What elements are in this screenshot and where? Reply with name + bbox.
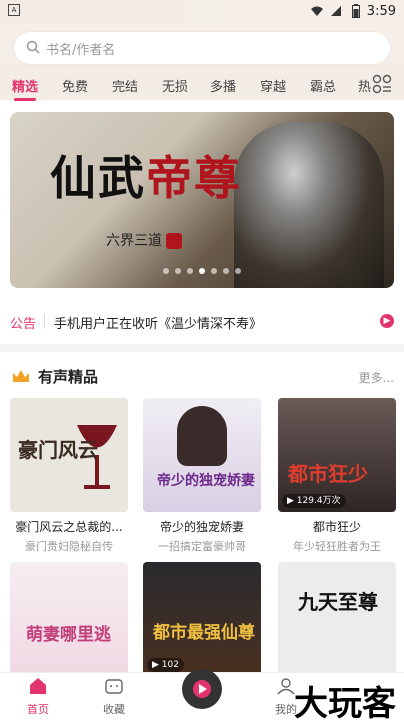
pagination-dot[interactable]	[163, 268, 169, 274]
search-icon	[26, 40, 40, 54]
announcement-text: 手机用户正在收听《温少情深不寿》	[54, 317, 263, 332]
book-title: 帝少的独宠娇妻	[159, 520, 244, 534]
book-subtitle: 年少轻狂胜者为王	[293, 540, 381, 553]
announcement-divider	[44, 314, 45, 328]
player-icon	[182, 669, 222, 709]
section-divider	[0, 344, 404, 352]
status-bar: A 3:59	[0, 0, 404, 24]
more-link[interactable]: 更多...	[359, 369, 394, 386]
tab-lossless[interactable]: 无损	[162, 76, 188, 95]
book-cover[interactable]: 豪门风云	[10, 398, 128, 512]
pagination-dot[interactable]	[235, 268, 241, 274]
nav-home[interactable]: 首页	[8, 677, 68, 717]
tab-completed[interactable]: 完结	[112, 76, 138, 95]
book-cover-title: 都市最强仙尊	[153, 623, 255, 643]
book-cover-title: 九天至尊	[298, 590, 378, 614]
book-cover[interactable]: 都市最强仙尊 ▶ 102	[143, 562, 261, 676]
announcement-bar[interactable]: 公告 手机用户正在收听《温少情深不寿》 ▶	[0, 304, 404, 338]
category-tabs: 精选 免费 完结 无损 多播 穿越 霸总 热	[0, 74, 404, 101]
book-cover[interactable]: 帝少的独宠娇妻	[143, 398, 261, 512]
book-cover[interactable]: 九天至尊	[278, 562, 396, 676]
pagination-dot-active[interactable]	[199, 268, 205, 274]
book-title: 都市狂少	[312, 520, 361, 534]
search-placeholder: 书名/作者名	[46, 43, 116, 58]
banner-author-name: 六界三道	[106, 233, 162, 249]
play-count: 129.4万次	[296, 496, 341, 506]
tab-ceo[interactable]: 霸总	[310, 76, 336, 95]
wifi-icon	[311, 6, 323, 16]
nav-player[interactable]	[172, 667, 232, 715]
seal-icon	[166, 233, 182, 249]
tab-multicast[interactable]: 多播	[210, 76, 236, 95]
category-menu-icon[interactable]	[372, 74, 392, 94]
book-title: 豪门风云之总裁的...	[15, 520, 123, 534]
system-indicator: A	[8, 4, 20, 16]
search-input[interactable]: 书名/作者名	[14, 32, 390, 64]
banner-title: 仙武帝尊	[50, 142, 242, 208]
nav-home-label: 首页	[27, 703, 49, 716]
favorite-icon	[105, 679, 123, 694]
tab-hot[interactable]: 热	[358, 76, 371, 95]
watermark: 大玩客	[294, 684, 396, 724]
nav-favorites[interactable]: 收藏	[84, 677, 144, 717]
banner-title-part-2: 帝尊	[146, 151, 242, 205]
book-cover[interactable]: 都市狂少 ▶ 129.4万次	[278, 398, 396, 512]
book-subtitle: 一招搞定富豪帅哥	[158, 540, 246, 553]
book-cover-title: 萌妻哪里逃	[26, 625, 111, 645]
book-cover-title: 都市狂少	[288, 462, 368, 486]
book-subtitle: 豪门贵妇隐秘自传	[25, 540, 113, 553]
tab-time-travel[interactable]: 穿越	[260, 76, 286, 95]
tab-free[interactable]: 免费	[62, 76, 88, 95]
clock: 3:59	[366, 4, 396, 19]
battery-icon	[352, 4, 360, 18]
header: 书名/作者名 精选 免费 完结 无损 多播 穿越 霸总 热	[0, 24, 404, 101]
play-count-badge: ▶ 129.4万次	[282, 494, 346, 508]
pagination-dot[interactable]	[211, 268, 217, 274]
book-cover[interactable]: 萌妻哪里逃	[10, 562, 128, 676]
tab-featured[interactable]: 精选	[12, 76, 38, 95]
section-title: 有声精品	[38, 368, 99, 386]
banner-pagination	[10, 259, 394, 278]
signal-icon	[331, 6, 341, 16]
portrait-art	[177, 406, 227, 466]
banner-title-part-1: 仙武	[50, 151, 146, 205]
announcement-label: 公告	[10, 317, 37, 332]
nav-favorites-label: 收藏	[103, 703, 125, 716]
pagination-dot[interactable]	[175, 268, 181, 274]
crown-icon	[13, 370, 29, 382]
book-cover-title: 豪门风云	[18, 438, 98, 462]
featured-banner[interactable]: 仙武帝尊 六界三道	[10, 112, 394, 288]
more-link-label: 更多	[358, 371, 383, 385]
home-icon	[30, 678, 46, 694]
profile-icon	[277, 678, 295, 695]
book-cover-title: 帝少的独宠娇妻	[157, 473, 255, 489]
tab-active-indicator	[14, 98, 36, 101]
section-header: 有声精品 更多...	[0, 364, 404, 392]
chevron-right-icon[interactable]: ▶	[380, 314, 394, 328]
pagination-dot[interactable]	[187, 268, 193, 274]
banner-author: 六界三道	[106, 230, 182, 250]
pagination-dot[interactable]	[223, 268, 229, 274]
